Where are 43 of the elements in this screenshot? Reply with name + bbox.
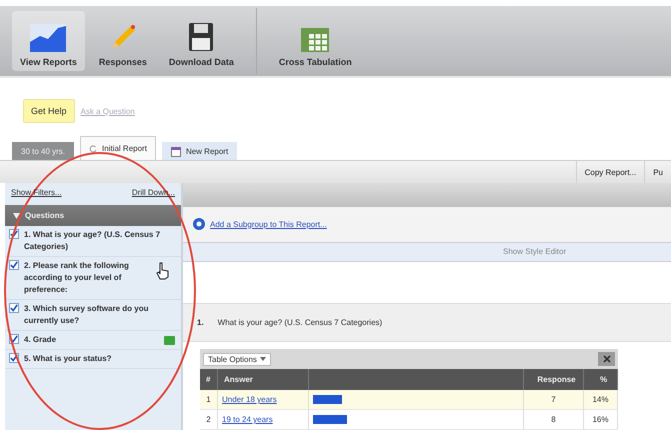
question-label[interactable]: 1. What is your age? (U.S. Census 7 Categories) bbox=[24, 229, 175, 253]
question-checkbox[interactable] bbox=[9, 303, 19, 313]
toolbar-button[interactable]: Download Data bbox=[160, 11, 242, 71]
refresh-icon bbox=[89, 144, 98, 152]
question-label[interactable]: 3. Which survey software do you currently use? bbox=[24, 303, 175, 327]
close-icon bbox=[602, 355, 610, 363]
question-title: What is your age? (U.S. Census 7 Categories) bbox=[218, 318, 382, 327]
question-label[interactable]: 5. What is your status? bbox=[24, 353, 175, 365]
question-number: 1. bbox=[197, 318, 204, 327]
table-options-dropdown[interactable]: Table Options bbox=[203, 352, 271, 366]
add-icon bbox=[193, 218, 205, 230]
hand-cursor-icon bbox=[156, 262, 170, 280]
question-label[interactable]: 4. Grade bbox=[24, 334, 159, 346]
question-label[interactable]: 2. Please rank the following according to your level of preference: bbox=[24, 260, 175, 296]
area-chart-icon bbox=[30, 24, 66, 52]
get-help-button[interactable]: Get Help bbox=[23, 99, 75, 123]
header-title: Questions bbox=[25, 211, 64, 220]
column-header: # bbox=[200, 369, 218, 390]
toolbar-button[interactable]: Responses bbox=[90, 11, 155, 71]
toolbar-button[interactable]: Cross Tabulation bbox=[270, 11, 360, 71]
caret-icon bbox=[260, 357, 266, 361]
sidebar-link[interactable]: Show Filters... bbox=[11, 188, 62, 200]
table-cell: 14% bbox=[584, 390, 618, 410]
questions-header[interactable]: Questions bbox=[5, 205, 181, 226]
toolbar-button[interactable]: View Reports bbox=[12, 11, 85, 71]
triangle-icon bbox=[13, 212, 20, 218]
column-header: Response bbox=[524, 369, 584, 390]
table-cell: 8 bbox=[524, 410, 584, 430]
close-button[interactable] bbox=[598, 352, 615, 366]
column-header: Answer bbox=[218, 369, 309, 390]
answer-link[interactable]: Under 18 years bbox=[222, 395, 277, 404]
table-cell: 2 bbox=[200, 410, 218, 430]
column-header: % bbox=[584, 369, 618, 390]
report-tab[interactable]: Initial Report bbox=[80, 136, 156, 160]
table-cell: 16% bbox=[584, 410, 618, 430]
calendar-icon bbox=[170, 146, 181, 156]
answer-link[interactable]: 19 to 24 years bbox=[222, 415, 273, 424]
table-cell: 1 bbox=[200, 390, 218, 410]
question-checkbox[interactable] bbox=[9, 260, 19, 270]
table-cell: 7 bbox=[524, 390, 584, 410]
add-subgroup-link[interactable]: Add a Subgroup to This Report... bbox=[210, 220, 327, 229]
report-tab[interactable]: New Report bbox=[162, 142, 238, 160]
spreadsheet-icon bbox=[301, 28, 330, 52]
